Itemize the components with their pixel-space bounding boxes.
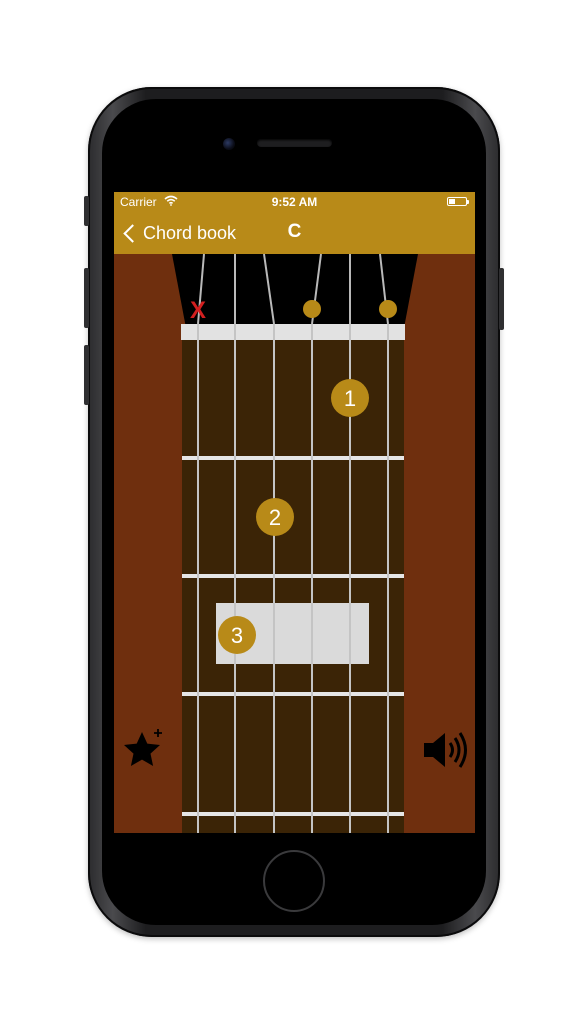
silent-switch <box>84 196 89 226</box>
add-favorite-button[interactable] <box>120 725 168 773</box>
fretboard-neck <box>182 340 404 833</box>
finger-2: 2 <box>256 498 294 536</box>
nut <box>181 324 405 340</box>
open-string-marker-6 <box>379 300 397 318</box>
speaker-icon <box>424 732 467 768</box>
play-sound-button[interactable] <box>420 728 470 772</box>
home-button[interactable] <box>263 850 325 912</box>
front-camera <box>223 138 235 150</box>
finger-1-label: 1 <box>344 386 356 411</box>
power-button <box>499 268 504 330</box>
finger-3: 3 <box>218 616 256 654</box>
headstock-strings <box>197 253 389 325</box>
star-plus-icon <box>124 729 162 766</box>
open-string-marker-5 <box>303 300 321 318</box>
fret-3 <box>182 692 404 696</box>
volume-down-button <box>84 345 89 405</box>
volume-up-button <box>84 268 89 328</box>
fret-1 <box>182 456 404 460</box>
fret-2 <box>182 574 404 578</box>
finger-3-label: 3 <box>231 623 243 648</box>
finger-2-label: 2 <box>269 505 281 530</box>
finger-1: 1 <box>331 379 369 417</box>
earpiece-speaker <box>257 139 332 147</box>
muted-string-marker: X <box>190 297 206 324</box>
fret-4 <box>182 812 404 816</box>
app-screen: Carrier 9:52 AM Chord book C X 1 2 3 <box>114 192 475 833</box>
